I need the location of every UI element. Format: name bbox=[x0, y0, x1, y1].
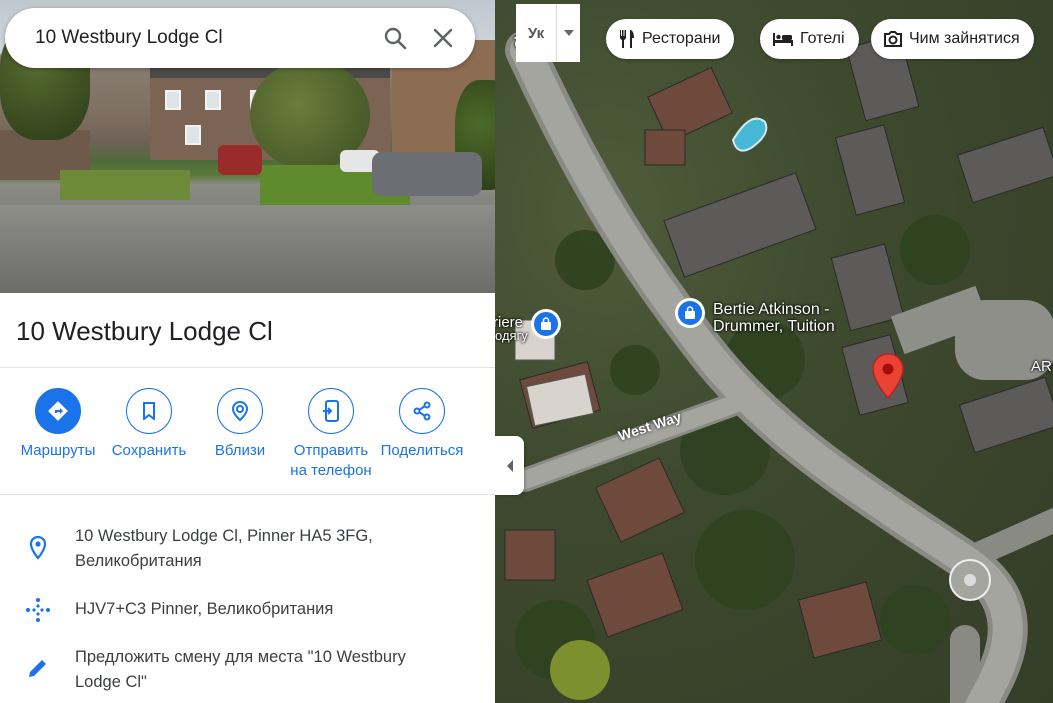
suggest-edit-row[interactable]: Предложить смену для места "10 Westbury … bbox=[0, 645, 495, 695]
bed-icon bbox=[773, 33, 793, 46]
divider bbox=[0, 367, 495, 368]
address-row[interactable]: 10 Westbury Lodge Cl, Pinner HA5 3FG, Ве… bbox=[0, 524, 495, 574]
chip-restaurants-label: Ресторани bbox=[642, 30, 721, 47]
poi-music-store-marker[interactable] bbox=[675, 298, 705, 328]
address-text: 10 Westbury Lodge Cl, Pinner HA5 3FG, Ве… bbox=[75, 527, 373, 570]
chip-restaurants[interactable]: Ресторани bbox=[606, 19, 735, 59]
send-to-phone-label: Отправить на телефон bbox=[290, 442, 372, 479]
place-panel: 10 Westbury Lodge Cl 10 Westbury Lodge C… bbox=[0, 0, 495, 703]
search-box[interactable]: 10 Westbury Lodge Cl bbox=[5, 8, 475, 68]
chip-things-to-do[interactable]: Чим зайнятися bbox=[871, 19, 1034, 59]
chevron-down-icon[interactable] bbox=[556, 4, 580, 62]
location-marker-icon bbox=[0, 524, 75, 574]
close-icon[interactable] bbox=[419, 14, 467, 62]
pluscode-text: HJV7+C3 Pinner, Великобритания bbox=[75, 600, 334, 618]
save-button[interactable]: Сохранить bbox=[104, 388, 194, 461]
satellite-map[interactable]: Bertie Atkinson - Drummer, Tuition riere… bbox=[495, 0, 1053, 703]
maps-window: Bertie Atkinson - Drummer, Tuition riere… bbox=[0, 0, 1053, 703]
share-icon[interactable] bbox=[399, 388, 445, 434]
fork-knife-icon bbox=[619, 30, 634, 48]
poi-bertie-label[interactable]: Bertie Atkinson - Drummer, Tuition bbox=[713, 301, 858, 335]
chip-things-to-do-label: Чим зайнятися bbox=[909, 30, 1020, 47]
chevron-left-icon bbox=[506, 459, 513, 472]
share-button[interactable]: Поделиться bbox=[377, 388, 467, 461]
directions-label: Маршруты bbox=[20, 442, 96, 459]
nearby-icon[interactable] bbox=[217, 388, 263, 434]
nearby-button[interactable]: Вблизи bbox=[195, 388, 285, 461]
plus-code-icon bbox=[0, 597, 75, 623]
location-pin-icon[interactable] bbox=[871, 352, 905, 400]
nearby-label: Вблизи bbox=[214, 442, 266, 459]
send-to-phone-button[interactable]: Отправить на телефон bbox=[286, 388, 376, 481]
directions-icon[interactable] bbox=[35, 388, 81, 434]
language-layer-button[interactable]: Ук bbox=[516, 4, 580, 62]
save-label: Сохранить bbox=[111, 442, 187, 459]
send-to-phone-icon[interactable] bbox=[308, 388, 354, 434]
search-icon[interactable] bbox=[371, 14, 419, 62]
bookmark-icon[interactable] bbox=[126, 388, 172, 434]
pencil-icon bbox=[0, 645, 75, 695]
map-imagery bbox=[504, 30, 1053, 703]
edge-label: AR bbox=[1031, 358, 1052, 375]
poi-clothing-store-marker[interactable] bbox=[531, 309, 561, 339]
place-title: 10 Westbury Lodge Cl bbox=[16, 316, 273, 346]
suggest-edit-text: Предложить смену для места "10 Westbury … bbox=[75, 648, 406, 691]
shopping-bag-icon bbox=[678, 301, 702, 325]
shopping-bag-icon bbox=[534, 312, 558, 336]
chip-hotels[interactable]: Готелі bbox=[760, 19, 859, 59]
language-label[interactable]: Ук bbox=[516, 4, 556, 62]
share-label: Поделиться bbox=[380, 442, 464, 459]
collapse-panel-button[interactable] bbox=[495, 436, 524, 495]
chip-hotels-label: Готелі bbox=[800, 30, 845, 47]
divider bbox=[0, 494, 495, 495]
camera-icon bbox=[884, 31, 902, 47]
search-input[interactable]: 10 Westbury Lodge Cl bbox=[35, 27, 371, 49]
poi-left-label-2[interactable]: одягу bbox=[495, 327, 528, 344]
pluscode-row[interactable]: HJV7+C3 Pinner, Великобритания bbox=[0, 597, 495, 623]
directions-button[interactable]: Маршруты bbox=[13, 388, 103, 461]
action-bar: Маршруты Сохранить Вблизи Отправить на т… bbox=[0, 388, 495, 483]
